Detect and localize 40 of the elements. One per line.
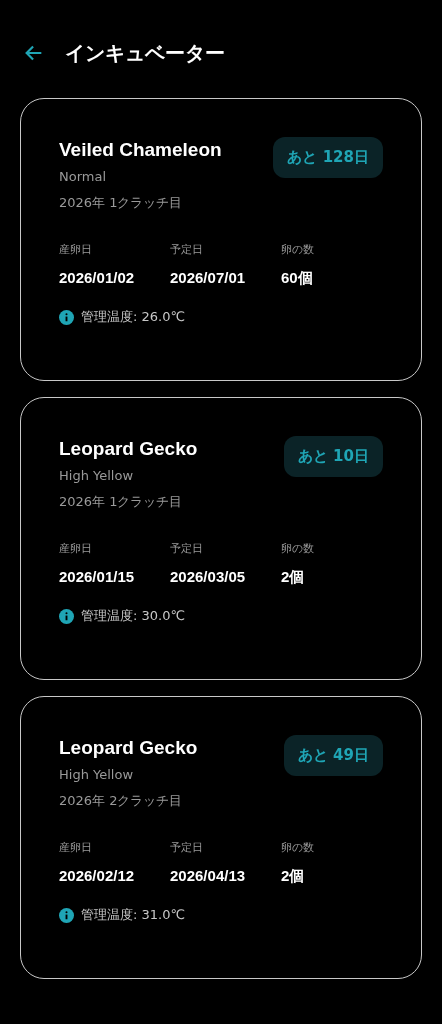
days-left-badge: あと 49日: [283, 735, 383, 776]
stat-label: 産卵日: [59, 242, 93, 257]
species-name: Veiled Chameleon: [59, 139, 222, 161]
stat-label: 卵の数: [281, 541, 315, 556]
clutch-label: 2026年 1クラッチ目: [59, 493, 184, 511]
stat-label: 予定日: [170, 541, 204, 556]
page-title: インキュベーター: [65, 39, 225, 67]
stat-label: 予定日: [170, 840, 204, 855]
stat-value: 60個: [281, 269, 314, 288]
days-left-badge: あと 128日: [273, 137, 383, 178]
stat-value: 2026/04/13: [170, 867, 247, 884]
species-name: Leopard Gecko: [59, 438, 198, 460]
species-name: Leopard Gecko: [59, 737, 198, 759]
temperature-text: 管理温度: 31.0℃: [81, 906, 186, 924]
stat-label: 予定日: [170, 242, 204, 257]
incubation-card[interactable]: Leopard Gecko High Yellow 2026年 2クラッチ目 あと 49日 産卵日 2026/02/12 予定日 2026/04/13 卵の数 2個 管理温度: 31.0℃: [20, 696, 422, 979]
morph-label: High Yellow: [59, 468, 135, 483]
stat-label: 産卵日: [59, 840, 93, 855]
stat-label: 産卵日: [59, 541, 93, 556]
incubation-card[interactable]: Veiled Chameleon Normal 2026年 1クラッチ目 あと 128日 産卵日 2026/01/02 予定日 2026/07/01 卵の数 60個 管理温度: 26.0℃: [20, 98, 422, 381]
info-icon: [59, 907, 74, 923]
incubation-card[interactable]: Leopard Gecko High Yellow 2026年 1クラッチ目 あと 10日 産卵日 2026/01/15 予定日 2026/03/05 卵の数 2個 管理温度: 30.0℃: [20, 397, 422, 680]
stat-value: 2026/01/15: [59, 568, 136, 585]
morph-label: High Yellow: [59, 767, 135, 782]
temperature-text: 管理温度: 30.0℃: [81, 607, 186, 625]
info-icon: [59, 608, 74, 624]
temperature-text: 管理温度: 26.0℃: [81, 308, 186, 326]
stat-value: 2026/03/05: [170, 568, 247, 585]
info-icon: [59, 309, 74, 325]
stat-value: 2026/01/02: [59, 269, 136, 286]
stat-value: 2個: [281, 568, 306, 587]
morph-label: Normal: [59, 169, 108, 184]
clutch-label: 2026年 2クラッチ目: [59, 792, 184, 810]
stat-value: 2026/07/01: [170, 269, 247, 286]
stat-value: 2個: [281, 867, 306, 886]
stat-value: 2026/02/12: [59, 867, 136, 884]
stat-label: 卵の数: [281, 242, 315, 257]
stat-label: 卵の数: [281, 840, 315, 855]
days-left-badge: あと 10日: [283, 436, 383, 477]
clutch-label: 2026年 1クラッチ目: [59, 194, 184, 212]
